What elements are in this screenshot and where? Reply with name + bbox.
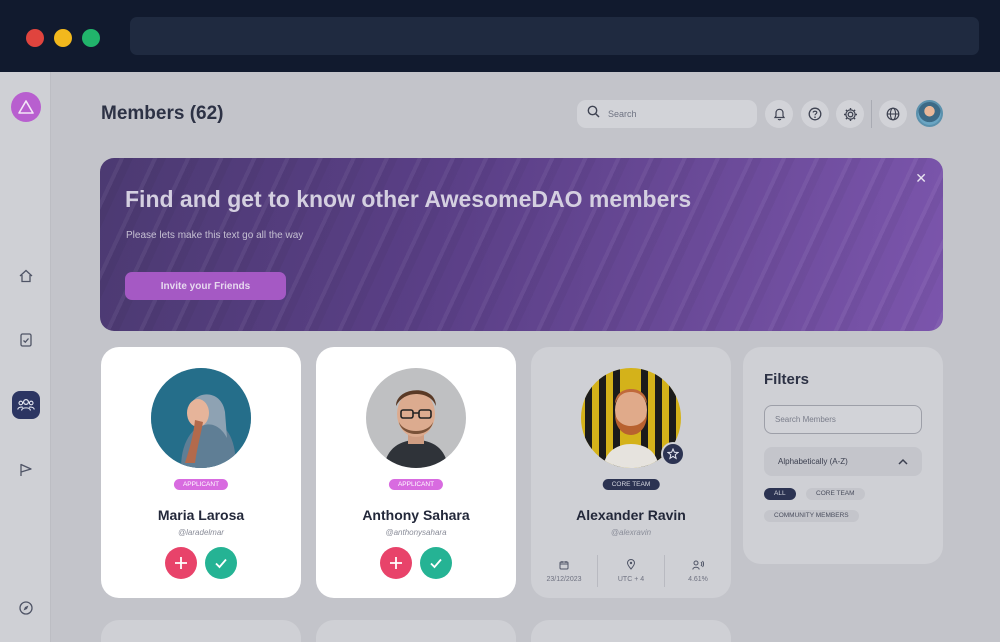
member-name: Anthony Sahara <box>362 507 470 523</box>
tasks-icon[interactable] <box>12 326 40 354</box>
stat-date: 23/12/2023 <box>531 555 597 587</box>
add-member-button[interactable] <box>165 547 197 579</box>
stat-timezone: UTC + 4 <box>597 555 664 587</box>
filters-panel: Filters Alphabetically (A-Z) ALL CORE TE… <box>743 347 943 564</box>
globe-icon[interactable] <box>879 100 907 128</box>
stat-date-value: 23/12/2023 <box>546 575 582 583</box>
sidebar <box>0 72 51 642</box>
applicant-badge: APPLICANT <box>388 479 444 490</box>
invite-friends-button[interactable]: Invite your Friends <box>125 272 286 300</box>
stat-score: 4.61% <box>664 555 731 587</box>
minimize-window-button[interactable] <box>54 29 72 47</box>
banner-title: Find and get to know other AwesomeDAO me… <box>125 186 692 212</box>
user-avatar[interactable] <box>916 100 943 127</box>
chevron-up-icon <box>898 458 908 465</box>
maximize-window-button[interactable] <box>82 29 100 47</box>
member-card[interactable]: APPLICANT Maria Larosa @laradelmar <box>101 347 301 598</box>
audience-icon <box>692 560 704 570</box>
approve-member-button[interactable] <box>420 547 452 579</box>
filters-title: Filters <box>764 371 810 388</box>
member-name: Alexander Ravin <box>576 507 686 523</box>
help-icon[interactable] <box>801 100 829 128</box>
member-card[interactable]: APPLICANT Anthony Sahara @anthonysahara <box>316 347 516 598</box>
plus-icon <box>175 557 187 569</box>
member-card-partial <box>101 620 301 642</box>
search-icon <box>587 105 600 123</box>
member-search-input[interactable] <box>764 405 922 434</box>
home-icon[interactable] <box>12 262 40 290</box>
search-box[interactable] <box>577 100 757 128</box>
sort-dropdown[interactable]: Alphabetically (A-Z) <box>764 447 922 476</box>
member-card[interactable]: CORE TEAM Alexander Ravin @alexravin 23/… <box>531 347 731 598</box>
app-area: Members (62) Find and get to know other … <box>0 72 1000 642</box>
plus-icon <box>390 557 402 569</box>
stat-timezone-value: UTC + 4 <box>617 576 645 583</box>
member-handle: @laradelmar <box>178 528 224 537</box>
member-photo <box>151 368 251 468</box>
logo-icon[interactable] <box>11 92 41 122</box>
calendar-icon <box>559 560 569 569</box>
member-stats: 23/12/2023 UTC + 4 4.61% <box>531 555 731 587</box>
gear-icon[interactable] <box>836 100 864 128</box>
page-title: Members (62) <box>101 103 224 124</box>
address-bar[interactable] <box>130 17 979 55</box>
member-handle: @alexravin <box>610 528 652 537</box>
applicant-badge: APPLICANT <box>173 479 229 490</box>
sort-dropdown-label: Alphabetically (A-Z) <box>778 457 848 466</box>
core-team-badge: CORE TEAM <box>602 479 660 490</box>
window-chrome <box>0 0 1000 72</box>
check-icon <box>215 558 227 569</box>
approve-member-button[interactable] <box>205 547 237 579</box>
filter-chip-community-members[interactable]: COMMUNITY MEMBERS <box>764 510 859 522</box>
member-photo <box>366 368 466 468</box>
stat-score-value: 4.61% <box>688 575 708 583</box>
close-window-button[interactable] <box>26 29 44 47</box>
location-pin-icon <box>626 559 636 570</box>
flag-icon[interactable] <box>12 456 40 484</box>
member-handle: @anthonysahara <box>385 528 447 537</box>
filter-chip-all[interactable]: ALL <box>764 488 796 500</box>
welcome-banner: Find and get to know other AwesomeDAO me… <box>100 158 943 331</box>
banner-subtitle: Please lets make this text go all the wa… <box>126 230 304 241</box>
members-icon[interactable] <box>12 391 40 419</box>
member-card-partial <box>316 620 516 642</box>
filter-chip-core-team[interactable]: CORE TEAM <box>806 488 865 500</box>
member-name: Maria Larosa <box>157 507 245 523</box>
check-icon <box>430 558 442 569</box>
header-divider <box>871 100 872 128</box>
close-icon[interactable]: ✕ <box>915 170 927 187</box>
star-icon[interactable] <box>661 442 685 466</box>
member-card-partial <box>531 620 731 642</box>
search-input[interactable] <box>608 109 748 119</box>
add-member-button[interactable] <box>380 547 412 579</box>
bell-icon[interactable] <box>765 100 793 128</box>
compass-icon[interactable] <box>12 594 40 622</box>
